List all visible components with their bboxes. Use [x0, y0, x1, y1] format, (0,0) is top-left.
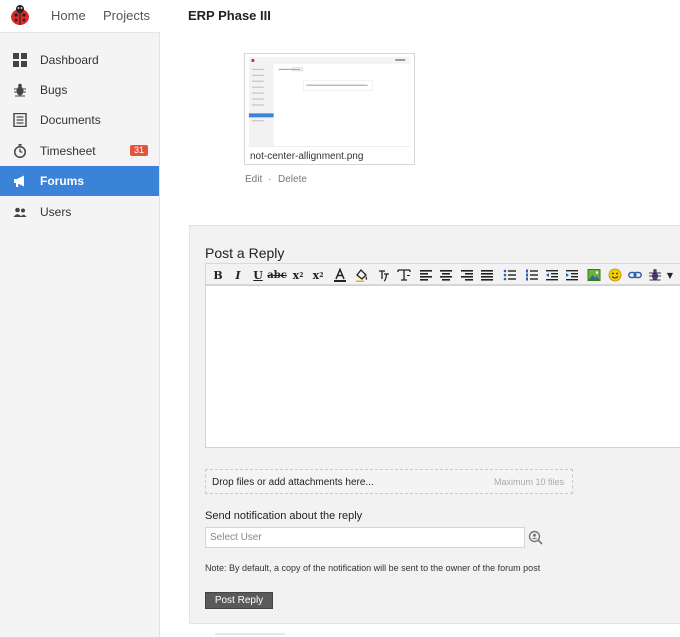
sidebar-item-forums[interactable]: Forums — [0, 166, 159, 196]
attachment-link-separator: · — [268, 174, 272, 185]
sidebar-item-label: Forums — [40, 174, 85, 188]
ladybug-logo-icon[interactable] — [8, 3, 32, 27]
attachment-delete-link[interactable]: Delete — [278, 174, 307, 185]
numbered-list-icon[interactable] — [524, 267, 540, 283]
select-user-input[interactable] — [205, 527, 525, 548]
strikethrough-icon[interactable]: abc — [267, 267, 287, 283]
sidebar-item-label: Users — [40, 205, 72, 219]
sidebar-item-bugs[interactable]: Bugs — [0, 75, 159, 105]
emoji-icon[interactable] — [607, 267, 623, 283]
dropzone-label: Drop files or add attachments here... — [212, 477, 374, 488]
bug-icon — [14, 83, 26, 97]
sidebar-item-label: Timesheet — [40, 144, 96, 158]
sidebar-item-timesheet[interactable]: Timesheet 31 — [0, 136, 159, 166]
sidebar: Dashboard Bugs Documents Timesheet 31 Fo… — [0, 32, 160, 637]
top-bar: Home Projects ERP Phase III — [0, 0, 680, 32]
notification-label: Send notification about the reply — [205, 510, 363, 522]
italic-icon[interactable]: I — [230, 267, 246, 283]
font-size-icon[interactable] — [396, 267, 412, 283]
reply-editor[interactable] — [205, 285, 680, 448]
bold-icon[interactable]: B — [210, 267, 226, 283]
sidebar-item-users[interactable]: Users — [0, 197, 159, 227]
highlight-icon[interactable] — [354, 267, 370, 283]
bottom-divider — [215, 633, 285, 635]
justify-icon[interactable] — [479, 267, 495, 283]
dropdown-arrow-icon[interactable]: ▼ — [665, 267, 675, 283]
megaphone-icon — [14, 175, 24, 187]
sidebar-item-label: Dashboard — [40, 53, 99, 67]
sidebar-item-label: Documents — [40, 113, 101, 127]
align-left-icon[interactable] — [418, 267, 434, 283]
subscript-icon[interactable]: x2 — [290, 267, 306, 283]
stopwatch-icon — [13, 144, 27, 158]
sidebar-item-dashboard[interactable]: Dashboard — [0, 45, 159, 75]
attachment-file-name[interactable]: not-center-allignment.png — [250, 151, 363, 162]
dropzone-max-files: Maximum 10 files — [493, 477, 564, 487]
attachment-card[interactable]: not-center-allignment.png — [244, 53, 415, 165]
timesheet-count-badge: 31 — [130, 145, 149, 156]
users-icon — [13, 207, 27, 217]
attachment-dropzone[interactable]: Drop files or add attachments here... Ma… — [205, 469, 573, 494]
project-title: ERP Phase III — [188, 8, 271, 23]
editor-toolbar: B I U abc x2 x2 ▼ — [205, 263, 680, 285]
document-icon — [13, 113, 27, 127]
notification-note: Note: By default, a copy of the notifica… — [205, 563, 541, 573]
align-center-icon[interactable] — [438, 267, 454, 283]
search-user-icon[interactable] — [528, 530, 543, 545]
reply-title: Post a Reply — [205, 245, 285, 261]
image-icon[interactable] — [586, 267, 602, 283]
nav-home-link[interactable]: Home — [51, 8, 86, 23]
link-icon[interactable] — [627, 267, 643, 283]
bullet-list-icon[interactable] — [502, 267, 518, 283]
indent-icon[interactable] — [564, 267, 580, 283]
sidebar-item-documents[interactable]: Documents — [0, 105, 159, 135]
attachment-thumbnail[interactable] — [248, 57, 411, 147]
align-right-icon[interactable] — [459, 267, 475, 283]
font-color-icon[interactable] — [332, 267, 348, 283]
sidebar-item-label: Bugs — [40, 83, 68, 97]
nav-projects-link[interactable]: Projects — [103, 8, 150, 23]
font-family-icon[interactable] — [376, 267, 392, 283]
underline-icon[interactable]: U — [250, 267, 266, 283]
superscript-icon[interactable]: x2 — [310, 267, 326, 283]
bug-icon[interactable] — [647, 267, 663, 283]
dashboard-grid-icon — [13, 53, 27, 67]
outdent-icon[interactable] — [544, 267, 560, 283]
post-reply-button[interactable]: Post Reply — [205, 592, 273, 609]
attachment-edit-link[interactable]: Edit — [245, 174, 262, 185]
